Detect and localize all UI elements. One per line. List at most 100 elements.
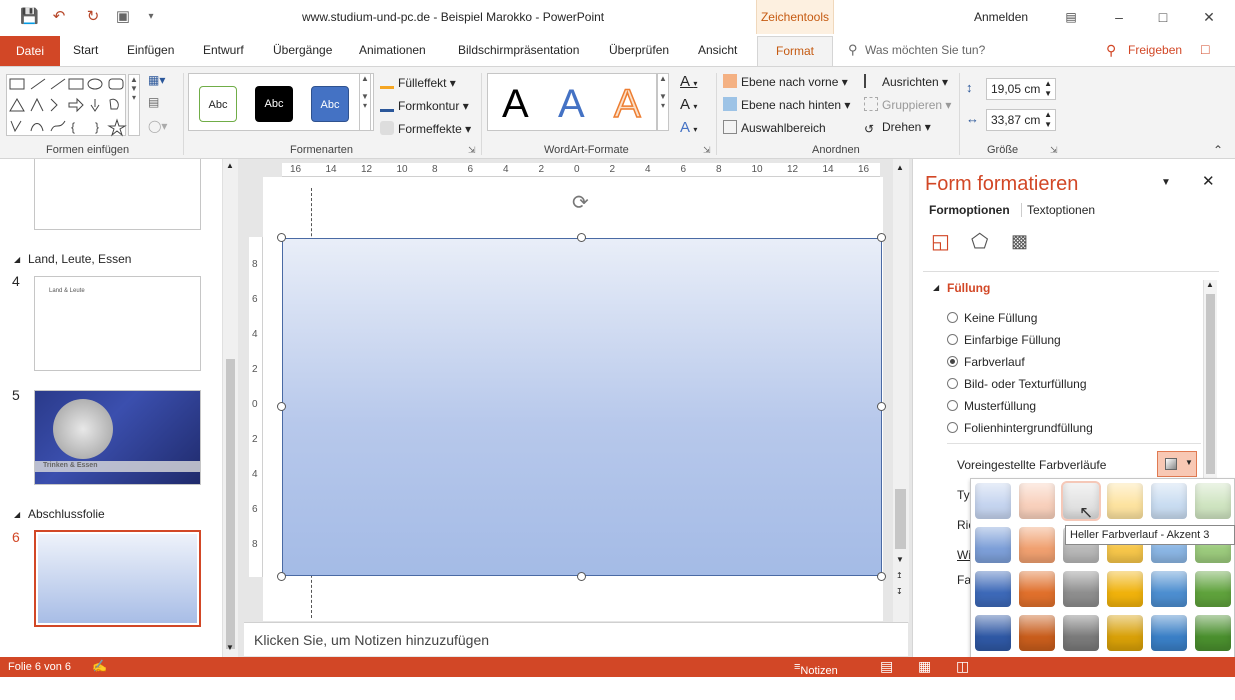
tab-entwurf[interactable]: Entwurf: [203, 43, 244, 57]
section-collapse-icon[interactable]: ◢: [14, 255, 20, 264]
pane-options-icon[interactable]: ▼: [1161, 177, 1171, 188]
save-icon[interactable]: 💾: [20, 8, 39, 26]
shape-styles-gallery[interactable]: Abc Abc Abc: [188, 73, 374, 131]
wordart-orange[interactable]: A: [613, 81, 641, 127]
tab-start[interactable]: Start: [73, 43, 98, 57]
wordart-gallery-scroll[interactable]: ▲ ▼ ▾: [657, 73, 669, 131]
collapse-ribbon-icon[interactable]: ⌃: [1213, 143, 1223, 157]
resize-handle-tr[interactable]: [877, 233, 886, 242]
gradient-preset-swatch[interactable]: [1151, 483, 1187, 519]
tab-uebergaenge[interactable]: Übergänge: [273, 43, 332, 57]
shapes-gallery-scroll[interactable]: ▲ ▼ ▾: [128, 74, 140, 136]
gradient-preset-swatch[interactable]: [1063, 571, 1099, 607]
style-abc-2[interactable]: Abc: [255, 86, 293, 122]
effects-pentagon-icon[interactable]: ⬠: [971, 229, 988, 254]
gradient-preset-swatch[interactable]: [1019, 483, 1055, 519]
shape-effects-button[interactable]: Formeffekte ▾: [380, 121, 471, 136]
pane-close-icon[interactable]: ✕: [1202, 172, 1215, 190]
text-effects-icon[interactable]: A ▾: [680, 119, 697, 136]
slide-panel-scrollbar[interactable]: ▲ ▼: [222, 159, 238, 657]
align-button[interactable]: Ausrichten ▾: [864, 74, 948, 89]
customize-qat-icon[interactable]: ▾: [142, 8, 160, 26]
section-label-land[interactable]: Land, Leute, Essen: [28, 252, 131, 266]
resize-handle-r[interactable]: [877, 402, 886, 411]
gradient-preset-swatch[interactable]: [1019, 571, 1055, 607]
gradient-preset-swatch[interactable]: [1019, 615, 1055, 651]
view-reading-icon[interactable]: ◫: [956, 658, 969, 675]
gradient-preset-swatch[interactable]: [975, 615, 1011, 651]
gradient-preset-swatch[interactable]: [1019, 527, 1055, 563]
tab-ueberpruefen[interactable]: Überprüfen: [609, 43, 669, 57]
edit-shape-icon[interactable]: ▦▾: [148, 73, 165, 87]
resize-handle-l[interactable]: [277, 402, 286, 411]
resize-handle-t[interactable]: [577, 233, 586, 242]
send-backward-button[interactable]: Ebene nach hinten ▾: [723, 97, 850, 112]
style-abc-1[interactable]: Abc: [199, 86, 237, 122]
resize-handle-bl[interactable]: [277, 572, 286, 581]
redo-icon[interactable]: ↻: [84, 8, 102, 26]
styles-dialog-launcher-icon[interactable]: ⇲: [468, 145, 476, 156]
wordart-black[interactable]: A: [502, 82, 529, 126]
undo-icon[interactable]: ↶: [50, 8, 68, 26]
section-label-abschluss[interactable]: Abschlussfolie: [28, 507, 105, 521]
styles-gallery-scroll[interactable]: ▲ ▼ ▾: [359, 73, 371, 131]
preset-gradients-button[interactable]: ▼: [1157, 451, 1197, 477]
share-button[interactable]: Freigeben: [1128, 43, 1182, 57]
gradient-preset-swatch[interactable]: [1195, 615, 1231, 651]
shape-fill-button[interactable]: Fülleffekt ▾: [380, 75, 456, 90]
selected-gradient-rectangle[interactable]: [282, 238, 882, 576]
maximize-icon[interactable]: □: [1152, 6, 1174, 28]
wordart-gallery[interactable]: A A A: [487, 73, 657, 131]
textbox-icon[interactable]: ▤: [148, 95, 159, 109]
text-fill-icon[interactable]: A ▾: [680, 73, 697, 90]
notes-pane[interactable]: Klicken Sie, um Notizen hinzuzufügen: [244, 622, 908, 656]
section-collapse-icon-2[interactable]: ◢: [14, 510, 20, 519]
size-properties-icon[interactable]: ▩: [1011, 231, 1028, 252]
tab-shape-options[interactable]: Formoptionen: [929, 203, 1010, 217]
radio-gradient-fill[interactable]: Farbverlauf: [947, 355, 1025, 369]
slide-thumb-3[interactable]: [34, 159, 201, 230]
slide-thumb-5[interactable]: Trinken & Essen: [34, 390, 201, 485]
gradient-preset-swatch[interactable]: [1063, 615, 1099, 651]
tab-ansicht[interactable]: Ansicht: [698, 43, 737, 57]
spellcheck-icon[interactable]: ✍: [92, 659, 107, 673]
signin-link[interactable]: Anmelden: [974, 10, 1028, 24]
gradient-preset-swatch[interactable]: [975, 527, 1011, 563]
radio-solid-fill[interactable]: Einfarbige Füllung: [947, 333, 1061, 347]
resize-handle-tl[interactable]: [277, 233, 286, 242]
size-dialog-launcher-icon[interactable]: ⇲: [1050, 145, 1058, 156]
height-field[interactable]: 19,05 cm ▲ ▼: [986, 78, 1056, 100]
gradient-preset-swatch[interactable]: [1107, 571, 1143, 607]
slide-thumb-4[interactable]: Land & Leute: [34, 276, 201, 371]
gradient-preset-swatch[interactable]: [1195, 483, 1231, 519]
width-field[interactable]: 33,87 cm ▲ ▼: [986, 109, 1056, 131]
comment-icon[interactable]: □: [1201, 41, 1209, 57]
fill-line-icon[interactable]: ◱: [931, 229, 950, 254]
radio-background-fill[interactable]: Folienhintergrundfüllung: [947, 421, 1093, 435]
rotate-handle-icon[interactable]: ⟳: [572, 190, 589, 215]
present-icon[interactable]: ▣: [114, 8, 132, 26]
wordart-blue[interactable]: A: [558, 82, 585, 126]
notes-toggle[interactable]: ≡ Notizen: [794, 661, 838, 677]
tab-text-options[interactable]: Textoptionen: [1027, 203, 1095, 217]
ribbon-display-icon[interactable]: ▤: [1060, 6, 1082, 28]
view-normal-icon[interactable]: ▤: [880, 658, 893, 675]
section-fill-title[interactable]: Füllung: [947, 281, 990, 295]
gradient-preset-swatch[interactable]: [1151, 571, 1187, 607]
close-icon[interactable]: ✕: [1198, 6, 1220, 28]
radio-picture-fill[interactable]: Bild- oder Texturfüllung: [947, 377, 1087, 391]
bring-forward-button[interactable]: Ebene nach vorne ▾: [723, 74, 848, 89]
style-abc-3[interactable]: Abc: [311, 86, 349, 122]
section-expand-icon[interactable]: ◢: [933, 283, 939, 292]
gradient-preset-swatch[interactable]: [1151, 615, 1187, 651]
text-outline-icon[interactable]: A ▾: [680, 96, 697, 113]
editor-scrollbar[interactable]: ▲ ▼ ↥ ↧: [893, 159, 909, 622]
gradient-preset-swatch[interactable]: [975, 571, 1011, 607]
resize-handle-b[interactable]: [577, 572, 586, 581]
tab-datei[interactable]: Datei: [0, 36, 60, 66]
tab-animationen[interactable]: Animationen: [359, 43, 426, 57]
wordart-dialog-launcher-icon[interactable]: ⇲: [703, 145, 711, 156]
slide-thumb-6[interactable]: [34, 530, 201, 627]
tab-bildschirmpraesentation[interactable]: Bildschirmpräsentation: [458, 43, 579, 57]
gradient-preset-swatch[interactable]: [1107, 615, 1143, 651]
